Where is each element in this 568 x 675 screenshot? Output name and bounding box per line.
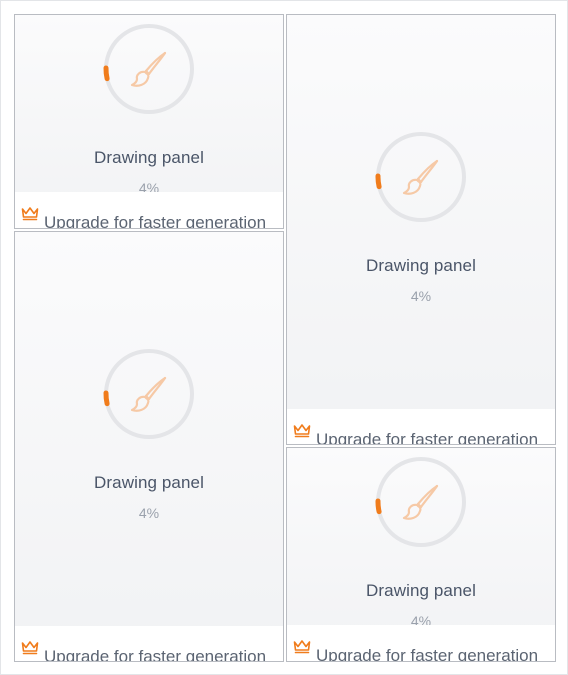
upgrade-button[interactable]: Upgrade for faster generation [287, 409, 555, 445]
upgrade-label: Upgrade for faster generation [44, 647, 267, 662]
progress-ring [375, 456, 467, 548]
drawing-panel-card[interactable]: Drawing panel 4% Upgrade for faster gene… [286, 14, 556, 445]
drawing-panel-card[interactable]: Drawing panel 4% Upgrade for faster gene… [14, 14, 284, 229]
panel-title: Drawing panel [94, 148, 204, 167]
crown-icon [293, 424, 311, 438]
upgrade-label: Upgrade for faster generation [44, 213, 267, 229]
paintbrush-icon [402, 159, 439, 195]
drawing-panel-card[interactable]: Drawing panel 4% Upgrade for faster gene… [14, 231, 284, 662]
panel-title: Drawing panel [94, 473, 204, 492]
upgrade-label: Upgrade for faster generation [316, 646, 539, 662]
panel-title: Drawing panel [366, 581, 476, 600]
progress-ring [103, 348, 195, 440]
upgrade-button[interactable]: Upgrade for faster generation [287, 625, 555, 662]
upgrade-button[interactable]: Upgrade for faster generation [15, 192, 283, 229]
drawing-panel-card[interactable]: Drawing panel 4% Upgrade for faster gene… [286, 447, 556, 662]
progress-ring [103, 23, 195, 115]
panel-title: Drawing panel [366, 256, 476, 275]
paintbrush-icon [130, 51, 167, 87]
crown-icon [293, 640, 311, 654]
progress-ring [375, 131, 467, 223]
paintbrush-icon [130, 376, 167, 412]
upgrade-label: Upgrade for faster generation [316, 430, 539, 445]
paintbrush-icon [402, 484, 439, 520]
crown-icon [21, 641, 39, 655]
crown-icon [21, 207, 39, 221]
progress-percent: 4% [410, 288, 432, 304]
progress-percent: 4% [138, 505, 160, 521]
upgrade-button[interactable]: Upgrade for faster generation [15, 626, 283, 662]
generation-grid: Drawing panel 4% Upgrade for faster gene… [0, 0, 568, 675]
